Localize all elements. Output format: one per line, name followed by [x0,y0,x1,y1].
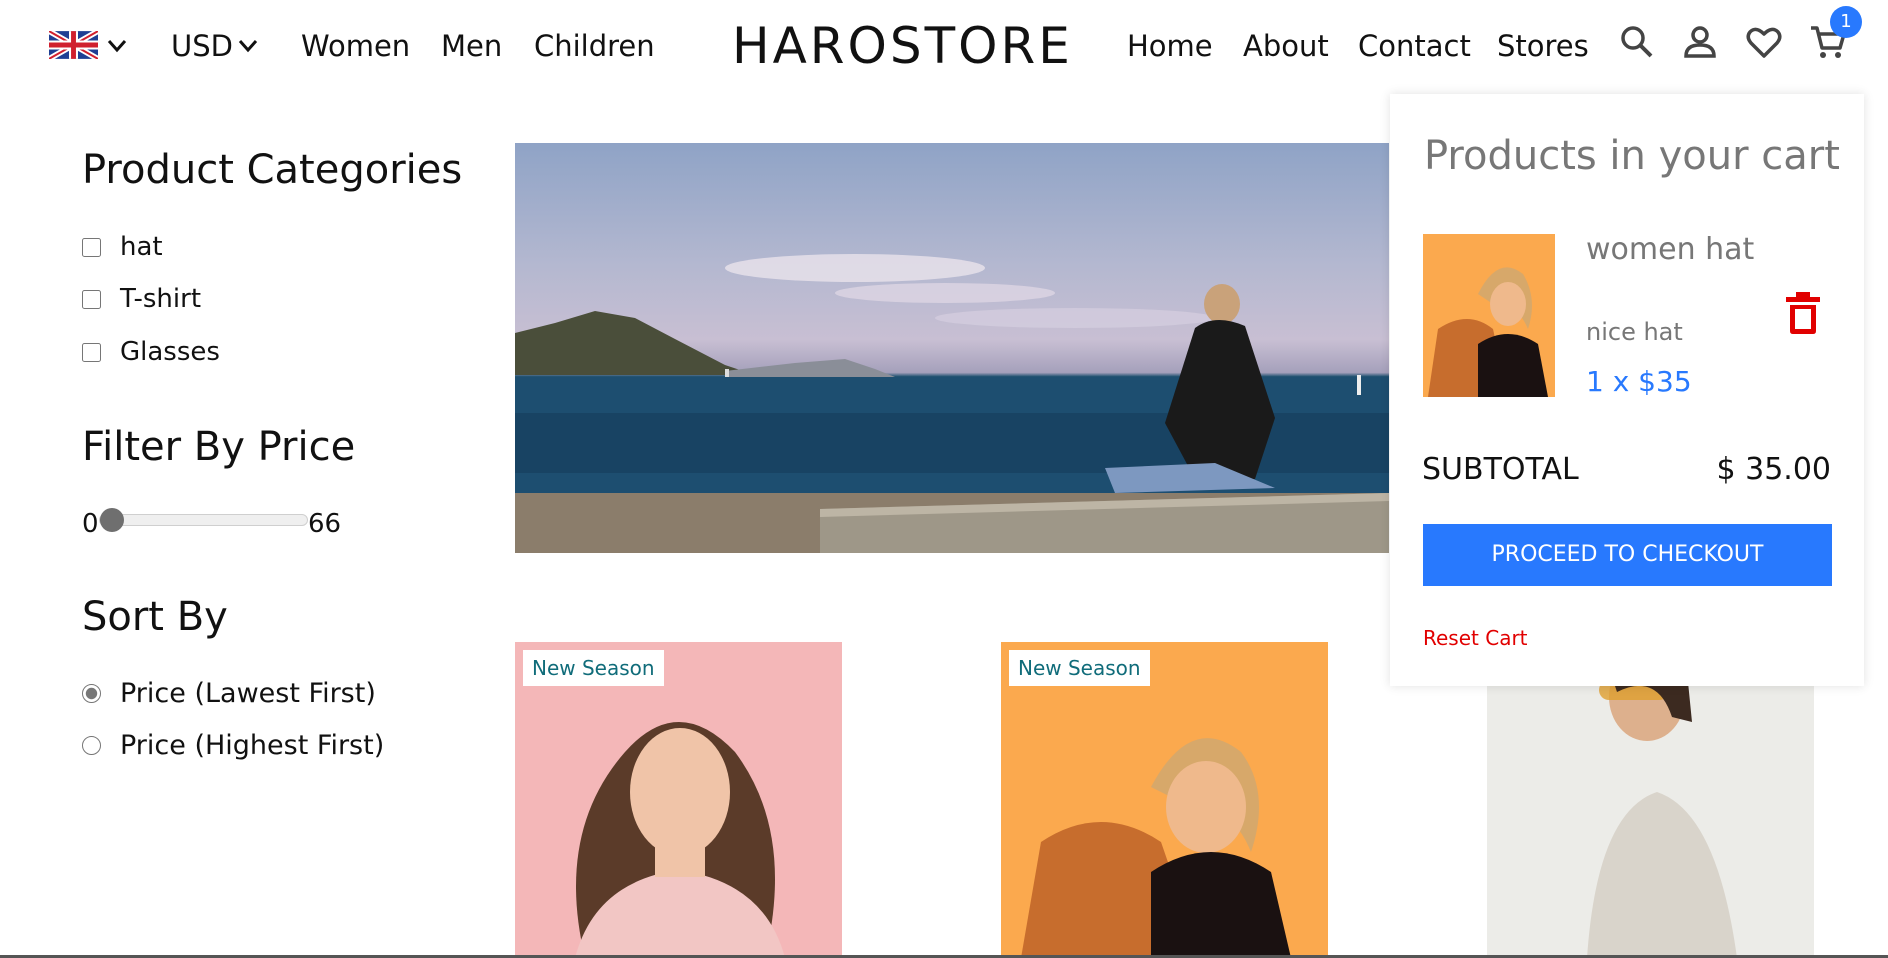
heart-icon[interactable] [1744,22,1784,62]
cart-item-description: nice hat [1586,318,1683,346]
category-label: T-shirt [120,284,202,314]
subtotal-label: SUBTOTAL [1422,452,1579,487]
sort-option-highest[interactable]: Price (Highest First) [82,729,384,761]
cart-title: Products in your cart [1424,133,1840,179]
category-label: Glasses [120,337,220,367]
checkbox-tshirt[interactable] [82,289,101,309]
proceed-to-checkout-button[interactable]: PROCEED TO CHECKOUT [1423,524,1832,586]
price-max-label: 66 [308,509,342,539]
cart-item-thumbnail[interactable] [1423,234,1555,397]
category-checkbox-tshirt[interactable]: T-shirt [82,283,201,315]
price-slider-thumb[interactable] [100,508,124,532]
nav-link-home[interactable]: Home [1127,26,1213,66]
filter-by-price-title: Filter By Price [82,424,356,470]
user-icon[interactable] [1680,22,1720,62]
currency-selector[interactable]: USD [171,26,233,66]
sort-option-lowest[interactable]: Price (Lawest First) [82,677,376,709]
radio-lowest-first[interactable] [82,683,101,703]
nav-link-contact[interactable]: Contact [1358,26,1471,66]
nav-link-women[interactable]: Women [301,26,410,66]
checkbox-hat[interactable] [82,237,101,257]
nav-link-men[interactable]: Men [441,26,502,66]
sort-by-title: Sort By [82,594,228,640]
product-image [1487,642,1814,958]
subtotal-value: $ 35.00 [1716,452,1831,487]
product-card[interactable]: New Season [515,642,842,958]
cart-dropdown-panel: Products in your cart women hat nice hat… [1390,94,1864,686]
product-image [1001,642,1328,958]
hero-photo [515,254,1389,553]
product-image [515,642,842,958]
sort-option-label: Price (Lawest First) [120,677,376,709]
radio-highest-first[interactable] [82,735,101,755]
trash-icon[interactable] [1786,292,1820,334]
uk-flag-icon[interactable] [49,31,98,59]
chevron-down-icon[interactable] [238,39,258,53]
nav-link-about[interactable]: About [1243,26,1329,66]
cart-item-name: women hat [1586,232,1755,267]
checkbox-glasses[interactable] [82,342,101,362]
price-slider-track[interactable] [99,514,308,526]
reset-cart-link[interactable]: Reset Cart [1423,624,1528,652]
product-card[interactable] [1487,642,1814,958]
sort-option-label: Price (Highest First) [120,729,385,761]
new-season-badge: New Season [523,650,664,686]
category-checkbox-glasses[interactable]: Glasses [82,336,220,368]
brand-logo[interactable]: HAROSTORE [732,14,1073,78]
product-categories-title: Product Categories [82,147,463,193]
category-label: hat [120,232,163,262]
cart-item-price: 1 x $35 [1586,365,1692,398]
search-icon[interactable] [1617,22,1657,62]
hero-banner-image [515,143,1389,553]
top-navbar: USD Women Men Children HAROSTORE Home Ab… [0,0,1888,92]
new-season-badge: New Season [1009,650,1150,686]
product-card[interactable]: New Season [1001,642,1328,958]
nav-link-children[interactable]: Children [534,26,655,66]
price-min-label: 0 [82,509,99,539]
nav-link-stores[interactable]: Stores [1497,26,1589,66]
cart-count-badge: 1 [1830,6,1862,38]
cart-item-image [1423,234,1555,397]
category-checkbox-hat[interactable]: hat [82,231,163,263]
chevron-down-icon[interactable] [107,39,127,53]
